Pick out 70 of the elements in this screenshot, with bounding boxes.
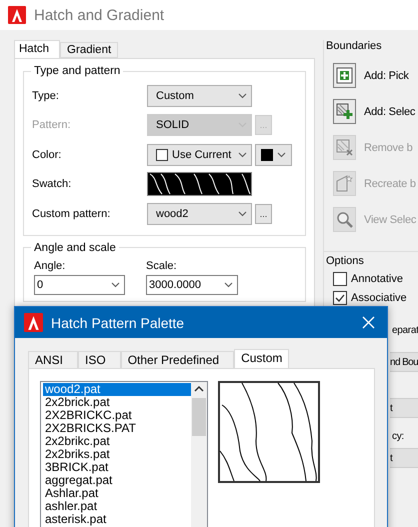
tab[interactable]: Custom	[234, 349, 290, 368]
magnifier-icon	[336, 210, 354, 228]
partial-text: cy:	[391, 430, 405, 444]
window-title: Hatch Pattern Palette	[51, 314, 186, 330]
wood-pattern-swatch[interactable]	[147, 172, 252, 196]
app-logo-icon	[24, 313, 43, 332]
dropdown[interactable]: Custom	[147, 84, 252, 107]
list-item[interactable]: 3BRICK.pat	[43, 461, 191, 474]
scrollbar[interactable]	[191, 382, 207, 527]
field-label: Angle:	[34, 260, 66, 272]
field-label: Scale:	[146, 260, 178, 272]
combo-field[interactable]: 3000.0000	[146, 274, 238, 294]
color-swatch-icon	[156, 148, 168, 161]
tab[interactable]: Other Predefined	[120, 351, 234, 368]
button-label: Add: Pick	[364, 70, 409, 82]
list-item[interactable]: asterisk.pat	[43, 513, 191, 526]
list-item[interactable]: ashler.pat	[43, 500, 191, 513]
tab[interactable]: ANSI	[28, 351, 78, 368]
caret-icon	[111, 282, 120, 288]
field-label: Swatch:	[32, 178, 72, 190]
list-item[interactable]: 2X2BRICKS.PAT	[43, 422, 191, 435]
list-item[interactable]: aggregat.pat	[43, 474, 191, 487]
window-title: Hatch and Gradient	[34, 6, 164, 24]
scroll-thumb[interactable]	[192, 398, 206, 436]
tab[interactable]: Hatch	[14, 40, 60, 58]
button-label: Add: Selec	[364, 106, 416, 118]
caret-icon	[238, 210, 247, 217]
list-item[interactable]: 2x2brikc.pat	[43, 435, 191, 448]
checkbox[interactable]	[333, 272, 347, 286]
list-item[interactable]: 2x2briks.pat	[43, 448, 191, 461]
boundary-button[interactable]	[333, 99, 356, 124]
caret-icon	[277, 152, 286, 158]
group-title: Angle and scale	[33, 242, 117, 254]
remove-icon	[336, 139, 353, 156]
add-point-icon	[336, 67, 353, 84]
button-label: View Selec	[364, 214, 416, 226]
caret-icon	[238, 92, 247, 99]
field-label: Pattern:	[32, 119, 72, 132]
caret-icon	[224, 282, 233, 288]
button-label: Recreate b	[364, 178, 416, 190]
list-item[interactable]: wood2.pat	[43, 383, 191, 396]
field-label: Custom pattern:	[32, 208, 112, 220]
group-title: Boundaries	[326, 40, 383, 52]
combo-field[interactable]: 0	[34, 274, 125, 294]
group-title: Options	[326, 255, 365, 267]
tab[interactable]: Gradient	[60, 42, 118, 58]
list-item[interactable]: Ashlar.pat	[43, 487, 191, 500]
field-label: Type:	[32, 90, 60, 102]
boundary-button[interactable]	[333, 63, 356, 88]
partial-dropdown[interactable]: t	[390, 398, 418, 418]
color-dropdown[interactable]: Use Current	[147, 144, 252, 166]
field-label: Color:	[32, 148, 62, 161]
button-label: Remove b	[364, 142, 413, 154]
partial-button[interactable]: nd Bou	[390, 352, 418, 372]
list-item[interactable]: 2x2brick.pat	[43, 396, 191, 409]
checkbox-label: Associative	[351, 292, 407, 304]
checkbox-label: Annotative	[351, 273, 403, 285]
add-select-icon	[336, 103, 353, 120]
dropdown[interactable]: wood2	[147, 202, 252, 225]
group-title: Type and pattern	[33, 65, 122, 77]
app-logo-icon	[8, 6, 26, 24]
recreate-icon	[336, 175, 353, 192]
color-picker-button[interactable]	[255, 144, 292, 166]
browse-button[interactable]: ...	[255, 204, 272, 224]
checkbox[interactable]	[333, 291, 347, 305]
list-item[interactable]: 2X2BRICKC.pat	[43, 409, 191, 422]
tab[interactable]: ISO	[78, 351, 121, 368]
caret-icon	[238, 152, 247, 158]
partial-dropdown[interactable]: t	[390, 448, 418, 468]
close-icon[interactable]	[362, 316, 375, 329]
